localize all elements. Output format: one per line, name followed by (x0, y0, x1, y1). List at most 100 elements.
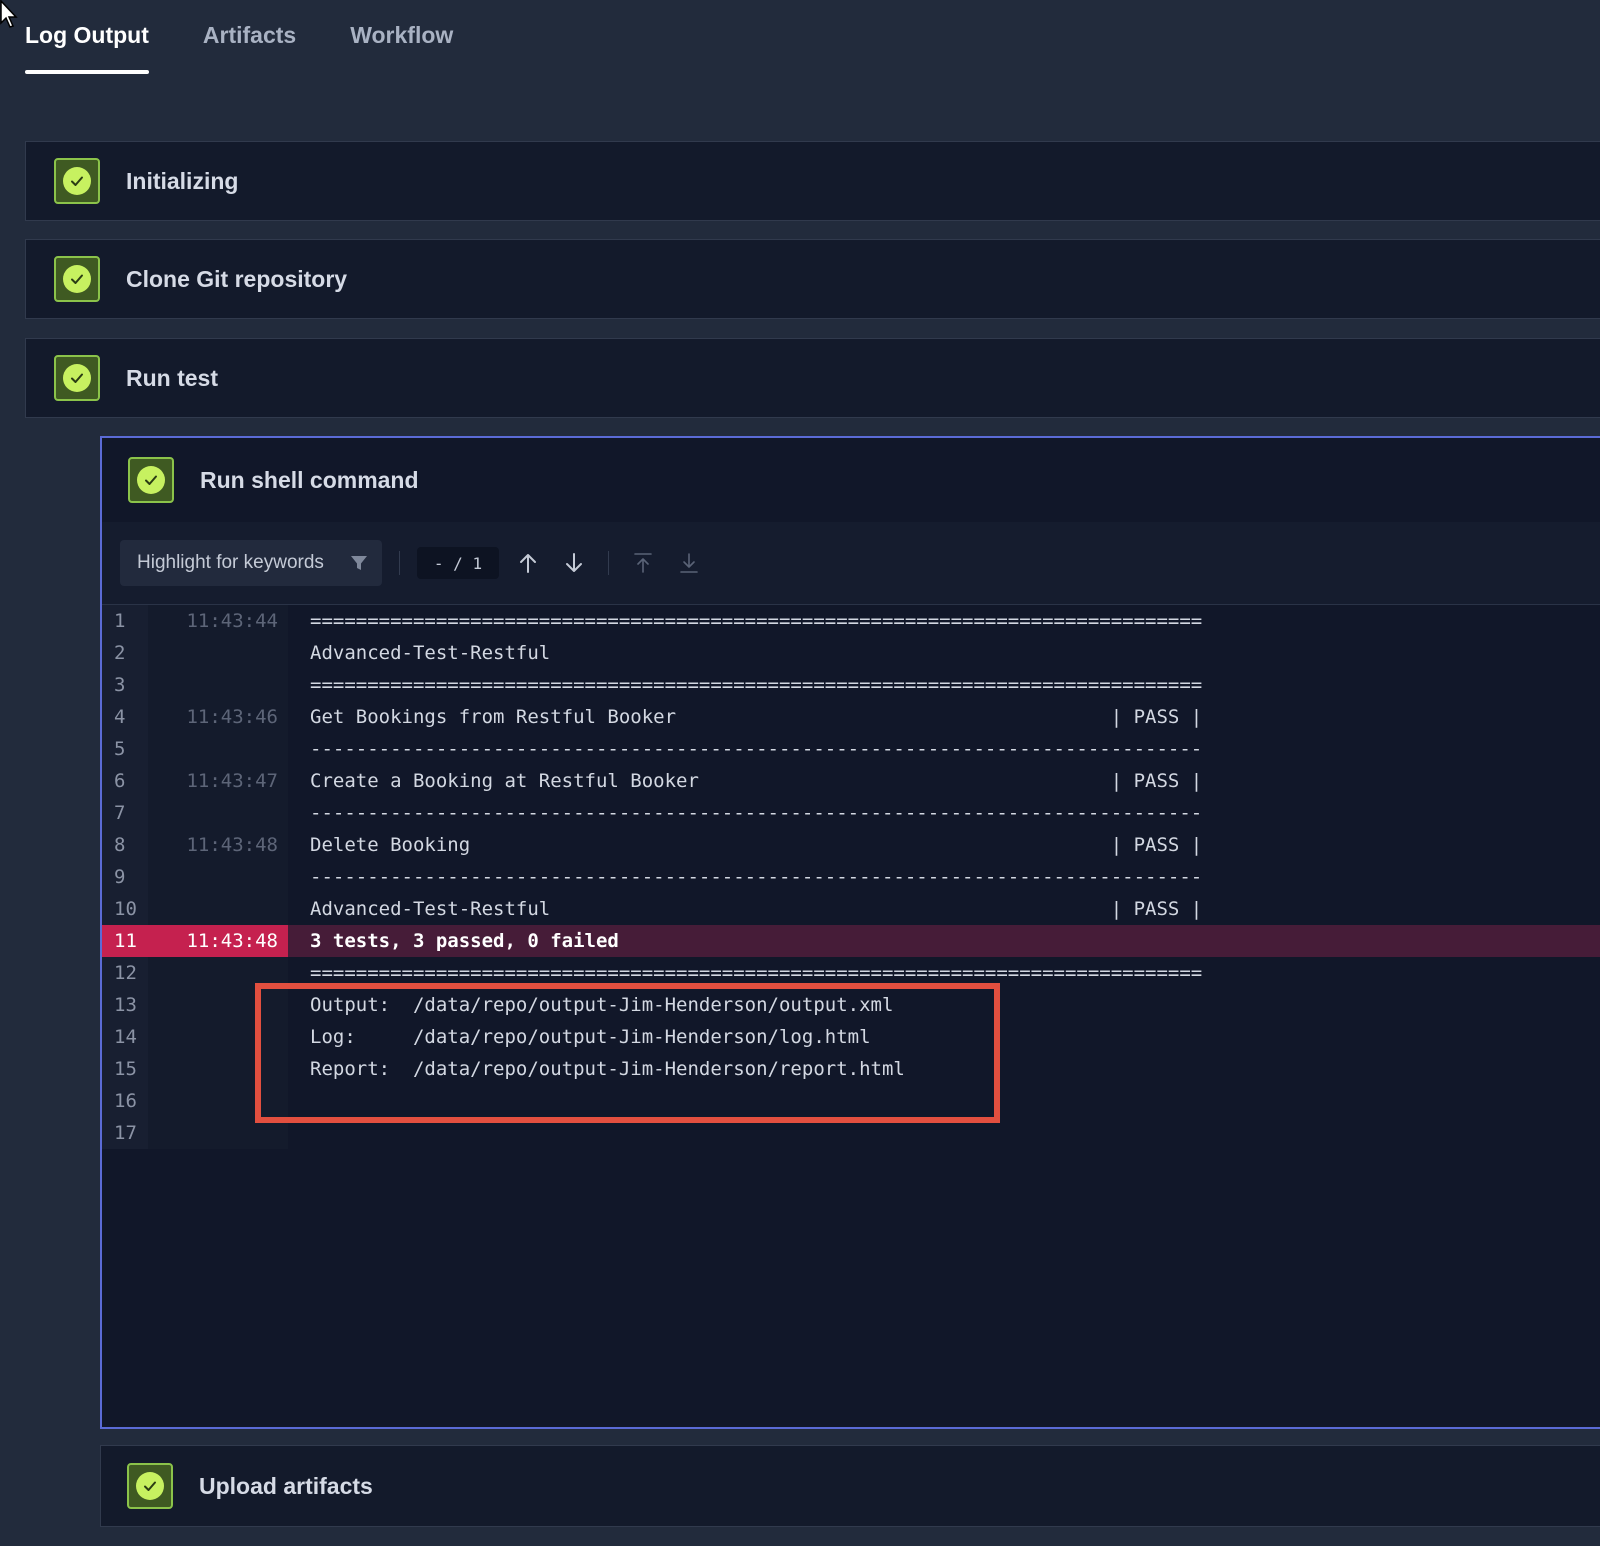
log-line-number[interactable]: 7 (102, 797, 148, 829)
log-line: 2 Advanced-Test-Restful (102, 637, 1600, 669)
scroll-to-bottom-button[interactable] (672, 546, 706, 580)
log-line-text: Log: /data/repo/output-Jim-Henderson/log… (310, 1026, 871, 1048)
log-output: 1 11:43:44 ===============================… (102, 605, 1600, 1149)
step-run-shell-command[interactable]: Run shell command (102, 438, 1600, 523)
log-line-timestamp (148, 1117, 288, 1149)
log-line-number[interactable]: 11 (102, 925, 148, 957)
log-line-timestamp: 11:43:47 (148, 765, 288, 797)
log-line-text: Report: /data/repo/output-Jim-Henderson/… (310, 1058, 905, 1080)
step-label: Initializing (126, 167, 239, 194)
log-line: 7 ---------------------------------------… (102, 797, 1600, 829)
log-line: 14 Log: /data/repo/output-Jim-Henderson/l… (102, 1021, 1600, 1053)
success-check-icon (54, 256, 100, 302)
log-line-timestamp: 11:43:46 (148, 701, 288, 733)
step-label: Run shell command (200, 466, 419, 493)
mouse-cursor-icon (0, 0, 18, 28)
next-match-button[interactable] (557, 546, 591, 580)
toolbar-divider (399, 551, 400, 575)
log-line-timestamp (148, 797, 288, 829)
scroll-top-icon (634, 553, 652, 573)
log-line-number[interactable]: 5 (102, 733, 148, 765)
step-initializing[interactable]: Initializing (25, 141, 1600, 221)
log-toolbar: Highlight for keywords - / 1 (102, 522, 1600, 605)
log-line-text: Delete Booking | PASS | (310, 834, 1203, 856)
log-line-text: 3 tests, 3 passed, 0 failed (310, 930, 619, 952)
previous-match-button[interactable] (511, 546, 545, 580)
scroll-to-top-button[interactable] (626, 546, 660, 580)
log-line-text: ----------------------------------------… (310, 738, 1203, 760)
log-line-number[interactable]: 4 (102, 701, 148, 733)
log-line-timestamp: 11:43:48 (148, 925, 288, 957)
log-line: 10 Advanced-Test-Restful | PASS | (102, 893, 1600, 925)
log-line-text: Get Bookings from Restful Booker | PASS … (310, 706, 1203, 728)
log-line-number[interactable]: 13 (102, 989, 148, 1021)
log-line-number[interactable]: 10 (102, 893, 148, 925)
log-line-number[interactable]: 15 (102, 1053, 148, 1085)
success-check-icon (127, 1463, 173, 1509)
log-line-number[interactable]: 12 (102, 957, 148, 989)
step-run-shell-command-panel: Run shell command Highlight for keywords… (100, 436, 1600, 1429)
log-line: 16 (102, 1085, 1600, 1117)
keyword-highlight-placeholder: Highlight for keywords (137, 552, 324, 573)
log-line: 3 =======================================… (102, 669, 1600, 701)
arrow-up-icon (520, 554, 536, 573)
log-line: 9 ---------------------------------------… (102, 861, 1600, 893)
success-check-icon (54, 355, 100, 401)
log-line-number[interactable]: 3 (102, 669, 148, 701)
match-counter: - / 1 (417, 547, 499, 579)
log-line-text: ----------------------------------------… (310, 866, 1203, 888)
log-line-text: Advanced-Test-Restful (310, 642, 551, 664)
log-line: 4 11:43:46 Get Bookings from Restful Booke… (102, 701, 1600, 733)
log-line-timestamp (148, 669, 288, 701)
log-line-number[interactable]: 6 (102, 765, 148, 797)
log-line-number[interactable]: 16 (102, 1085, 148, 1117)
toolbar-divider (608, 551, 609, 575)
log-line-number[interactable]: 9 (102, 861, 148, 893)
log-line-number[interactable]: 14 (102, 1021, 148, 1053)
log-line-text: Output: /data/repo/output-Jim-Henderson/… (310, 994, 894, 1016)
tab-log-output[interactable]: Log Output (25, 0, 149, 75)
log-line-timestamp: 11:43:44 (148, 605, 288, 637)
log-line-text (288, 1085, 1600, 1117)
log-line-timestamp (148, 861, 288, 893)
step-clone-git-repository[interactable]: Clone Git repository (25, 239, 1600, 319)
tab-workflow[interactable]: Workflow (350, 0, 453, 75)
step-label: Upload artifacts (199, 1472, 373, 1499)
log-line-text: ----------------------------------------… (310, 802, 1203, 824)
log-line: 15 Report: /data/repo/output-Jim-Henderso… (102, 1053, 1600, 1085)
log-line-timestamp (148, 1021, 288, 1053)
log-line-timestamp (148, 1085, 288, 1117)
log-line-number[interactable]: 8 (102, 829, 148, 861)
log-line-text: ========================================… (310, 610, 1203, 632)
log-line: 13 Output: /data/repo/output-Jim-Henderso… (102, 989, 1600, 1021)
log-line: 6 11:43:47 Create a Booking at Restful Boo… (102, 765, 1600, 797)
log-line-number[interactable]: 17 (102, 1117, 148, 1149)
tab-bar: Log Output Artifacts Workflow (25, 0, 453, 75)
log-line-timestamp (148, 733, 288, 765)
keyword-highlight-input[interactable]: Highlight for keywords (120, 540, 382, 586)
log-line-timestamp (148, 637, 288, 669)
log-line-timestamp: 11:43:48 (148, 829, 288, 861)
log-line-timestamp (148, 957, 288, 989)
log-line-text: ========================================… (310, 962, 1203, 984)
log-line-timestamp (148, 989, 288, 1021)
success-check-icon (54, 158, 100, 204)
scroll-bottom-icon (680, 553, 698, 573)
filter-icon (351, 556, 367, 570)
log-line-text: Create a Booking at Restful Booker | PAS… (310, 770, 1203, 792)
log-line: 11 11:43:48 3 tests, 3 passed, 0 failed (102, 925, 1600, 957)
log-line-timestamp (148, 1053, 288, 1085)
log-line-number[interactable]: 2 (102, 637, 148, 669)
tab-artifacts[interactable]: Artifacts (203, 0, 296, 75)
log-line: 1 11:43:44 ===============================… (102, 605, 1600, 637)
log-line-text: ========================================… (310, 674, 1203, 696)
log-line-number[interactable]: 1 (102, 605, 148, 637)
log-line-text (288, 1117, 1600, 1149)
success-check-icon (128, 457, 174, 503)
log-line-timestamp (148, 893, 288, 925)
step-label: Run test (126, 364, 218, 391)
step-run-test[interactable]: Run test (25, 338, 1600, 418)
step-label: Clone Git repository (126, 265, 348, 292)
log-line: 17 (102, 1117, 1600, 1149)
step-upload-artifacts[interactable]: Upload artifacts (100, 1445, 1600, 1527)
